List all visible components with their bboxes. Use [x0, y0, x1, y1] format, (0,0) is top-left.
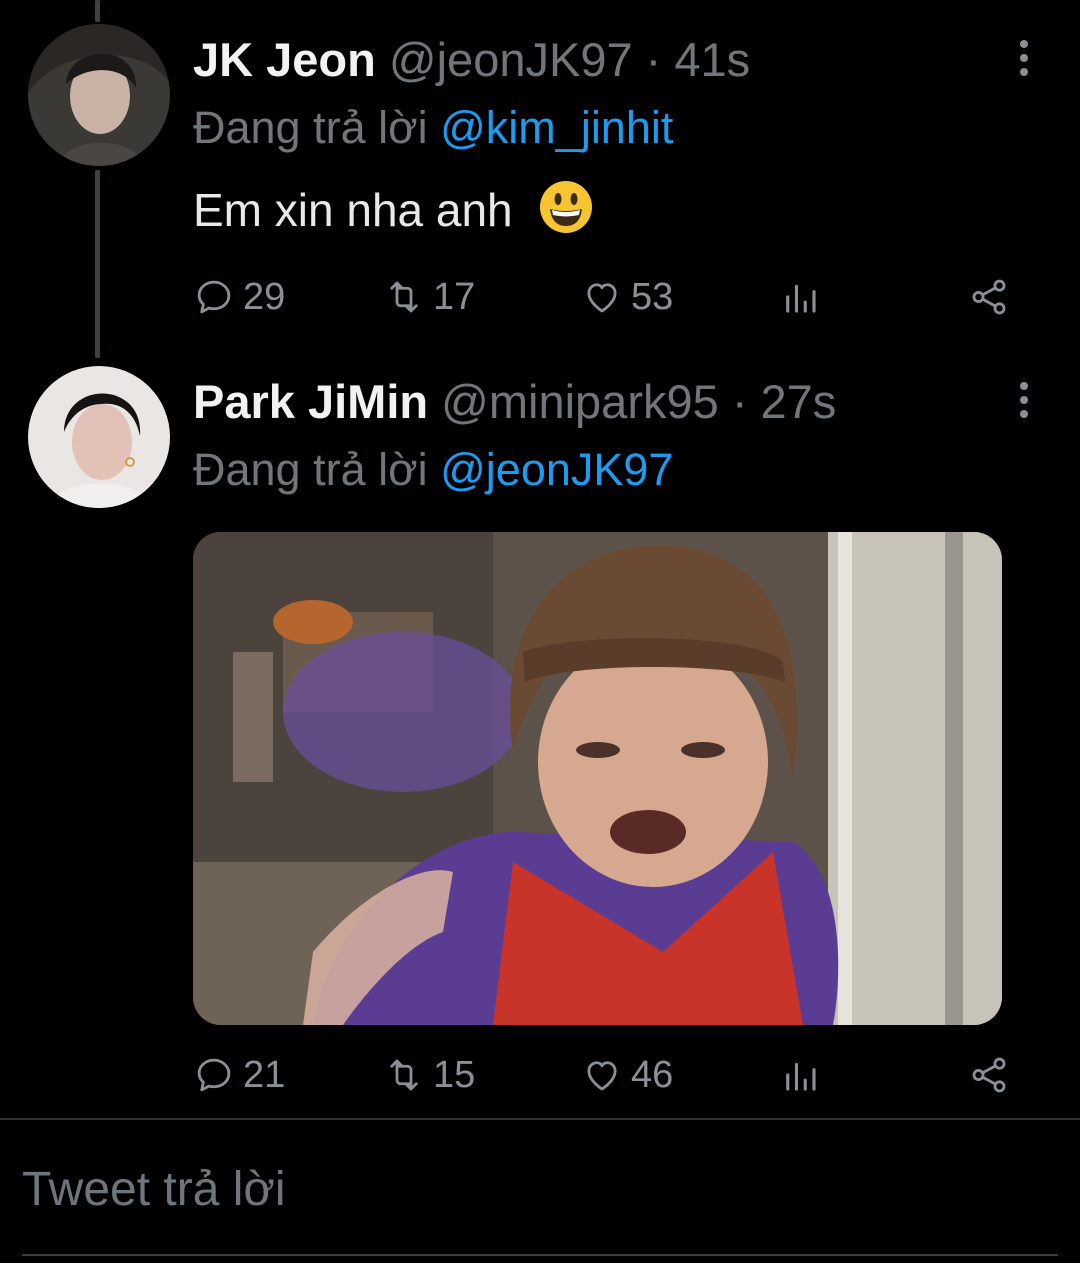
replying-to: Đang trả lời @jeonJK97: [193, 442, 673, 498]
reply-icon: [197, 280, 231, 314]
replying-to: Đang trả lời @kim_jinhit: [193, 100, 673, 156]
separator: ·: [731, 375, 748, 428]
mention-link[interactable]: @kim_jinhit: [440, 102, 673, 153]
mention-link[interactable]: @jeonJK97: [440, 444, 673, 495]
like-button[interactable]: 46: [581, 1050, 673, 1100]
reply-count: 29: [243, 275, 286, 318]
share-button[interactable]: [968, 272, 1010, 322]
avatar[interactable]: [28, 366, 170, 508]
views-button[interactable]: [779, 272, 821, 322]
tweet-text-content: Em xin nha anh: [193, 184, 513, 236]
user-handle[interactable]: @jeonJK97: [389, 33, 633, 86]
like-icon: [587, 283, 617, 313]
compose-underline: [22, 1254, 1058, 1256]
tweet-media-gif[interactable]: [193, 532, 1002, 1025]
replying-label: Đang trả lời: [193, 444, 428, 495]
like-count: 46: [631, 1053, 674, 1096]
tweet-text: Em xin nha anh: [193, 180, 593, 238]
like-button[interactable]: 53: [581, 272, 673, 322]
retweet-button[interactable]: 17: [383, 272, 475, 322]
retweet-icon: [390, 281, 418, 313]
action-bar: 29 17 53: [193, 272, 1023, 322]
more-icon[interactable]: [1012, 40, 1036, 80]
share-icon: [972, 279, 1006, 315]
views-button[interactable]: [779, 1050, 821, 1100]
reply-icon: [197, 1058, 231, 1092]
views-icon: [786, 284, 816, 313]
display-name[interactable]: JK Jeon: [193, 33, 376, 86]
timestamp[interactable]: 27s: [761, 375, 837, 428]
thread-line: [95, 0, 100, 22]
retweet-button[interactable]: 15: [383, 1050, 475, 1100]
tweet-jk-jeon[interactable]: JK Jeon @jeonJK97 · 41s Đang trả lời @ki…: [0, 20, 1080, 350]
reply-compose-input[interactable]: Tweet trả lời: [22, 1160, 286, 1220]
divider: [0, 1118, 1080, 1120]
user-handle[interactable]: @minipark95: [441, 375, 719, 428]
reply-button[interactable]: 21: [193, 1050, 285, 1100]
grinning-face-icon: [540, 181, 593, 233]
avatar[interactable]: [28, 24, 170, 166]
action-bar: 21 15 46: [193, 1050, 1023, 1100]
retweet-count: 15: [433, 1053, 476, 1096]
like-count: 53: [631, 275, 674, 318]
display-name[interactable]: Park JiMin: [193, 375, 428, 428]
reply-button[interactable]: 29: [193, 272, 285, 322]
views-icon: [786, 1062, 816, 1091]
like-icon: [587, 1061, 617, 1091]
retweet-icon: [390, 1059, 418, 1091]
share-icon: [972, 1057, 1006, 1093]
reply-count: 21: [243, 1053, 286, 1096]
tweet-park-jimin[interactable]: Park JiMin @minipark95 · 27s Đang trả lờ…: [0, 362, 1080, 1102]
share-button[interactable]: [968, 1050, 1010, 1100]
more-icon[interactable]: [1012, 382, 1036, 422]
replying-label: Đang trả lời: [193, 102, 428, 153]
separator: ·: [645, 33, 662, 86]
retweet-count: 17: [433, 275, 476, 318]
timestamp[interactable]: 41s: [674, 33, 750, 86]
